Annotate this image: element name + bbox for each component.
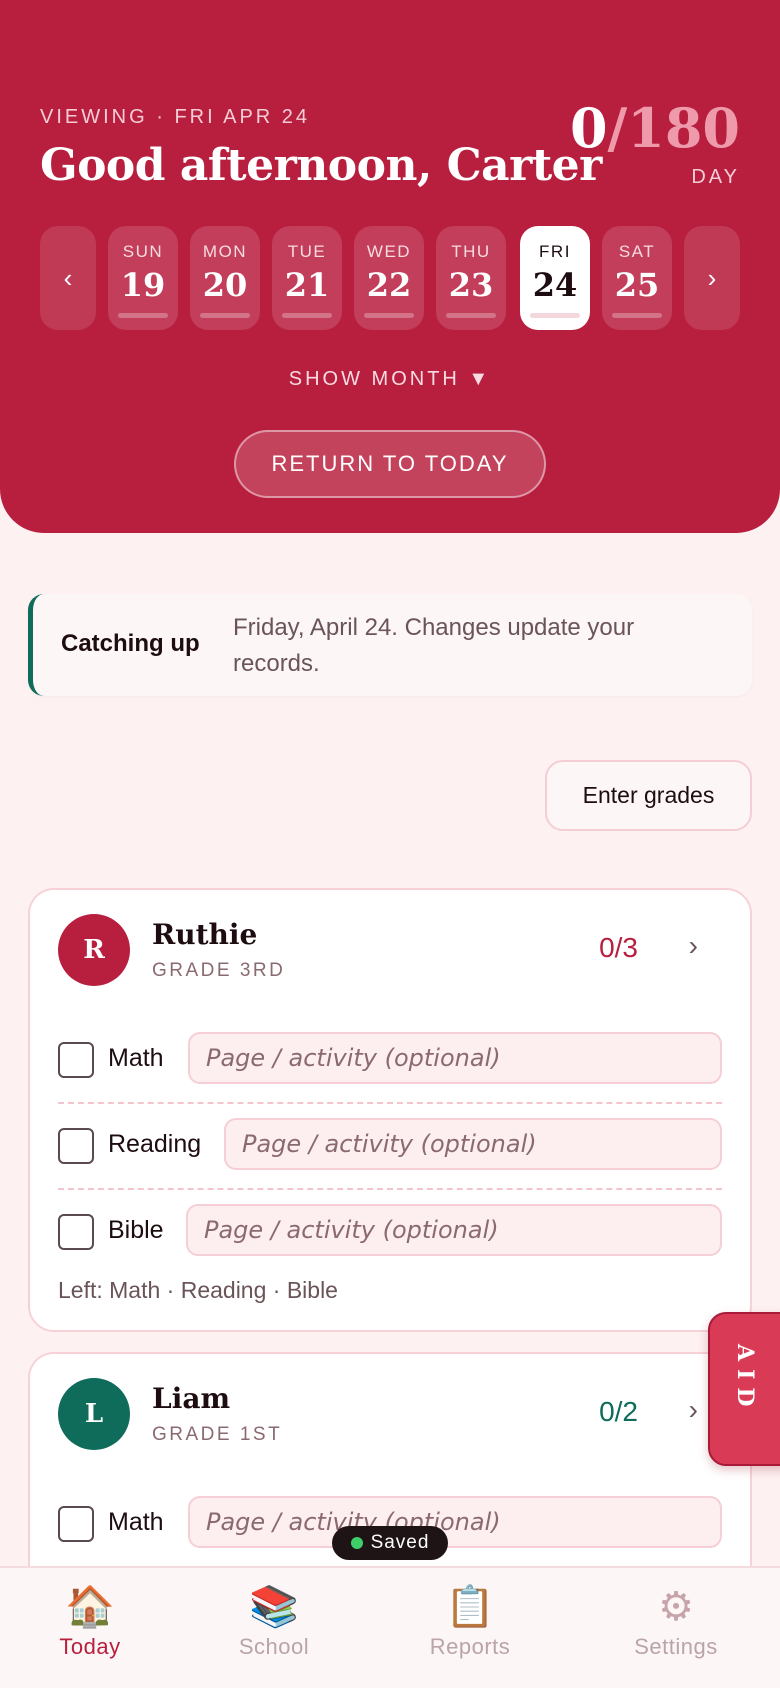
- week-strip: ‹ SUN 19 MON 20 TUE 21 WED 22 THU 23 FRI: [40, 226, 740, 330]
- day-name: FRI: [539, 242, 571, 261]
- activity-input[interactable]: Page / activity (optional): [186, 1204, 722, 1256]
- bottom-nav: 🏠 Today 📚 School 📋 Reports ⚙ Settings: [0, 1566, 780, 1688]
- avatar: R: [58, 914, 130, 986]
- nav-settings[interactable]: ⚙ Settings: [596, 1582, 756, 1660]
- subject-checkbox[interactable]: [58, 1128, 94, 1164]
- day-name: THU: [451, 242, 491, 261]
- subject-label: Reading: [108, 1130, 202, 1158]
- day-counter: 0/180: [570, 96, 740, 160]
- nav-reports[interactable]: 📋 Reports: [390, 1582, 550, 1660]
- show-month-toggle[interactable]: SHOW MONTH ▼: [0, 368, 780, 391]
- day-name: TUE: [287, 242, 327, 261]
- day-label: DAY: [691, 166, 740, 188]
- viewing-label: VIEWING · FRI APR 24: [40, 106, 311, 128]
- subject-label: Math: [108, 1508, 164, 1536]
- nav-school[interactable]: 📚 School: [194, 1582, 354, 1660]
- day-sun[interactable]: SUN 19: [108, 226, 178, 330]
- day-name: WED: [366, 242, 412, 261]
- prev-week-button[interactable]: ‹: [40, 226, 96, 330]
- day-number: 24: [532, 266, 578, 304]
- day-number: 23: [448, 266, 494, 304]
- clipboard-icon: 📋: [445, 1585, 495, 1629]
- day-tue[interactable]: TUE 21: [272, 226, 342, 330]
- student-progress: 0/3: [599, 932, 638, 963]
- saved-toast: Saved: [332, 1526, 448, 1560]
- subject-row-bible: Bible Page / activity (optional): [58, 1190, 722, 1276]
- activity-input[interactable]: Page / activity (optional): [188, 1496, 722, 1548]
- saved-label: Saved: [370, 1532, 430, 1553]
- day-name: MON: [202, 242, 248, 261]
- activity-input[interactable]: Page / activity (optional): [188, 1032, 722, 1084]
- student-progress: 0/2: [599, 1396, 638, 1427]
- subject-label: Bible: [108, 1216, 164, 1244]
- subject-checkbox[interactable]: [58, 1506, 94, 1542]
- header: VIEWING · FRI APR 24 Good afternoon, Car…: [0, 0, 780, 533]
- subject-checkbox[interactable]: [58, 1042, 94, 1078]
- subject-row-math: Math Page / activity (optional): [58, 1018, 722, 1104]
- banner-text: Friday, April 24. Changes update your re…: [233, 614, 635, 677]
- student-grade: GRADE 1ST: [152, 1424, 283, 1445]
- day-progress-bar: [118, 313, 168, 318]
- day-progress-bar: [282, 313, 332, 318]
- catching-up-banner: Catching up Friday, April 24. Changes up…: [28, 594, 752, 696]
- nav-label: School: [238, 1634, 310, 1659]
- aid-tab-label: AID: [732, 1344, 758, 1415]
- day-name: SAT: [618, 242, 656, 261]
- student-card-ruthie: R Ruthie GRADE 3RD 0/3 › Math Page / act…: [28, 888, 752, 1332]
- banner-title: Catching up: [61, 630, 200, 657]
- day-sat[interactable]: SAT 25: [602, 226, 672, 330]
- day-thu[interactable]: THU 23: [436, 226, 506, 330]
- activity-input[interactable]: Page / activity (optional): [224, 1118, 722, 1170]
- return-to-today-button[interactable]: RETURN TO TODAY: [234, 430, 546, 498]
- day-progress-bar: [200, 313, 250, 318]
- day-mon[interactable]: MON 20: [190, 226, 260, 330]
- day-progress-bar: [530, 313, 580, 318]
- day-progress-bar: [612, 313, 662, 318]
- day-current: 0: [569, 96, 608, 160]
- day-progress-bar: [364, 313, 414, 318]
- day-number: 20: [202, 266, 248, 304]
- chevron-right-icon[interactable]: ›: [689, 1394, 698, 1426]
- day-number: 25: [614, 266, 660, 304]
- day-total: /180: [607, 96, 740, 160]
- day-progress-bar: [446, 313, 496, 318]
- day-fri-selected[interactable]: FRI 24: [520, 226, 590, 330]
- subject-checkbox[interactable]: [58, 1214, 94, 1250]
- aid-side-tab[interactable]: AID: [708, 1312, 780, 1466]
- enter-grades-button[interactable]: Enter grades: [545, 760, 752, 831]
- greeting-title: Good afternoon, Carter: [40, 140, 602, 191]
- next-week-button[interactable]: ›: [684, 226, 740, 330]
- day-number: 19: [120, 266, 166, 304]
- subject-label: Math: [108, 1044, 164, 1072]
- student-name[interactable]: Liam: [152, 1382, 230, 1415]
- avatar: L: [58, 1378, 130, 1450]
- day-name: SUN: [122, 242, 164, 261]
- day-wed[interactable]: WED 22: [354, 226, 424, 330]
- chevron-right-icon[interactable]: ›: [689, 930, 698, 962]
- gear-icon: ⚙: [658, 1585, 694, 1629]
- day-number: 21: [284, 266, 330, 304]
- nav-label: Reports: [429, 1634, 511, 1659]
- nav-label: Settings: [634, 1634, 718, 1659]
- books-icon: 📚: [249, 1585, 299, 1629]
- house-icon: 🏠: [65, 1585, 115, 1629]
- remaining-subjects: Left: Math · Reading · Bible: [58, 1277, 338, 1303]
- student-name[interactable]: Ruthie: [152, 918, 257, 951]
- day-number: 22: [366, 266, 412, 304]
- nav-today[interactable]: 🏠 Today: [10, 1582, 170, 1660]
- student-grade: GRADE 3RD: [152, 960, 286, 981]
- subject-row-reading: Reading Page / activity (optional): [58, 1104, 722, 1190]
- nav-label: Today: [59, 1634, 121, 1659]
- saved-status-dot: [350, 1537, 363, 1549]
